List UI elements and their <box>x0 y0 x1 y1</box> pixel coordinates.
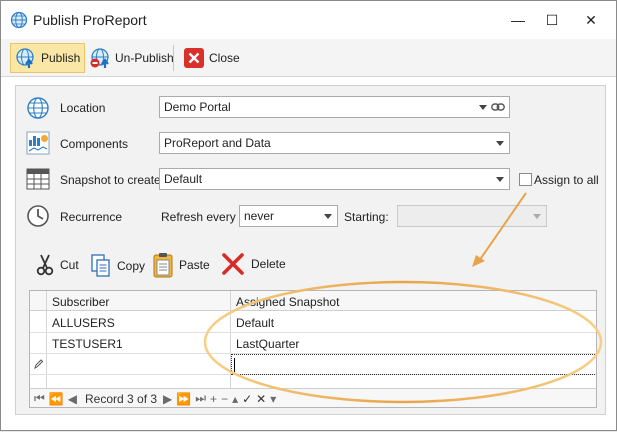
edit-record-button[interactable]: ▴ <box>232 392 238 406</box>
components-value: ProReport and Data <box>164 136 271 150</box>
publish-settings-panel: Location Demo Portal Components ProRepor… <box>15 85 606 415</box>
paste-icon <box>153 253 173 278</box>
assign-to-all-checkbox[interactable] <box>519 173 532 186</box>
copy-icon <box>91 254 110 277</box>
cancel-edit-button[interactable]: ✕ <box>256 392 266 406</box>
column-header-assigned-snapshot[interactable]: Assigned Snapshot <box>232 291 343 312</box>
location-select[interactable]: Demo Portal <box>159 96 510 118</box>
refresh-button[interactable]: ▾ <box>270 392 276 406</box>
delete-x-icon <box>222 253 244 275</box>
publish-button[interactable]: Publish <box>10 43 86 73</box>
unpublish-icon <box>90 48 109 68</box>
column-header-subscriber[interactable]: Subscriber <box>48 291 113 312</box>
location-value: Demo Portal <box>164 100 231 114</box>
components-label: Components <box>60 137 129 151</box>
link-icon[interactable] <box>491 102 505 112</box>
chevron-down-icon[interactable] <box>496 177 504 182</box>
prev-record-button[interactable]: ◀ <box>68 392 77 406</box>
unpublish-label: Un-Publish <box>115 51 174 65</box>
assigned-snapshot-cell[interactable]: Default <box>232 312 278 333</box>
subscriber-cell[interactable]: ALLUSERS <box>48 312 119 333</box>
paste-button[interactable]: Paste <box>153 252 210 278</box>
starting-label: Starting: <box>344 210 389 224</box>
remove-record-button[interactable]: − <box>221 392 228 406</box>
snapshot-value: Default <box>164 172 203 186</box>
chevron-down-icon[interactable] <box>496 141 504 146</box>
unpublish-button[interactable]: Un-Publish <box>85 43 178 73</box>
assign-to-all-label: Assign to all <box>534 173 599 187</box>
subscriber-cell[interactable]: TESTUSER1 <box>48 333 127 354</box>
cut-button[interactable]: Cut <box>36 254 79 276</box>
pencil-edit-icon <box>34 359 43 369</box>
end-edit-button[interactable]: ✓ <box>242 392 252 406</box>
copy-label: Copy <box>117 259 146 273</box>
delete-label: Delete <box>251 257 286 271</box>
next-page-button[interactable]: ⏩ <box>176 392 191 406</box>
publish-label: Publish <box>41 51 81 65</box>
chevron-down-icon[interactable] <box>479 105 487 110</box>
toolbar-separator <box>173 45 174 71</box>
snapshot-table-icon <box>26 168 50 190</box>
prev-page-button[interactable]: ⏪ <box>49 392 64 406</box>
recurrence-label: Recurrence <box>60 210 123 224</box>
maximize-button[interactable]: ☐ <box>538 9 566 31</box>
last-record-button[interactable]: ⏭ <box>195 391 206 406</box>
cut-label: Cut <box>60 258 79 272</box>
delete-button[interactable]: Delete <box>221 252 286 276</box>
components-chart-icon <box>26 131 50 155</box>
assigned-snapshot-value <box>234 354 242 375</box>
location-globe-icon <box>27 97 49 119</box>
close-icon <box>184 48 204 68</box>
first-record-button[interactable]: ⏮ <box>34 391 45 406</box>
refresh-value: never <box>244 209 275 223</box>
grid-navigator: ⏮ ⏪ ◀ Record 3 of 3 ▶ ⏩ ⏭ + − ▴ ✓ ✕ ▾ <box>30 388 596 407</box>
refresh-every-label: Refresh every <box>161 210 236 224</box>
next-record-button[interactable]: ▶ <box>163 392 172 406</box>
minimize-button[interactable]: — <box>504 9 532 31</box>
close-label: Close <box>209 51 240 65</box>
paste-label: Paste <box>179 258 210 272</box>
title-bar: Publish ProReport — ☐ ✕ <box>1 1 616 39</box>
location-label: Location <box>60 101 106 115</box>
snapshot-select[interactable]: Default <box>159 168 510 190</box>
components-select[interactable]: ProReport and Data <box>159 132 510 154</box>
close-window-button[interactable]: ✕ <box>577 9 605 31</box>
publish-window: Publish ProReport — ☐ ✕ Publish Un-Publi… <box>0 0 617 431</box>
refresh-every-select[interactable]: never <box>239 205 338 227</box>
window-title: Publish ProReport <box>33 12 147 28</box>
snapshot-label: Snapshot to create <box>60 173 161 187</box>
publish-icon <box>16 48 34 68</box>
starting-select[interactable] <box>397 205 547 227</box>
assigned-snapshot-editor[interactable] <box>231 354 596 375</box>
assigned-snapshot-cell[interactable]: LastQuarter <box>232 333 303 354</box>
subscriber-grid: Subscriber Assigned Snapshot ALLUSERS De… <box>29 290 597 408</box>
globe-icon <box>10 11 28 29</box>
record-indicator: Record 3 of 3 <box>85 391 158 406</box>
scissors-icon <box>36 254 54 276</box>
clock-icon <box>27 205 49 227</box>
add-record-button[interactable]: + <box>210 392 217 406</box>
chevron-down-icon[interactable] <box>533 214 541 219</box>
close-button[interactable]: Close <box>179 43 244 73</box>
copy-button[interactable]: Copy <box>91 254 145 278</box>
subscriber-cell[interactable] <box>48 354 56 375</box>
toolbar: Publish Un-Publish Close <box>1 39 616 77</box>
chevron-down-icon[interactable] <box>324 214 332 219</box>
